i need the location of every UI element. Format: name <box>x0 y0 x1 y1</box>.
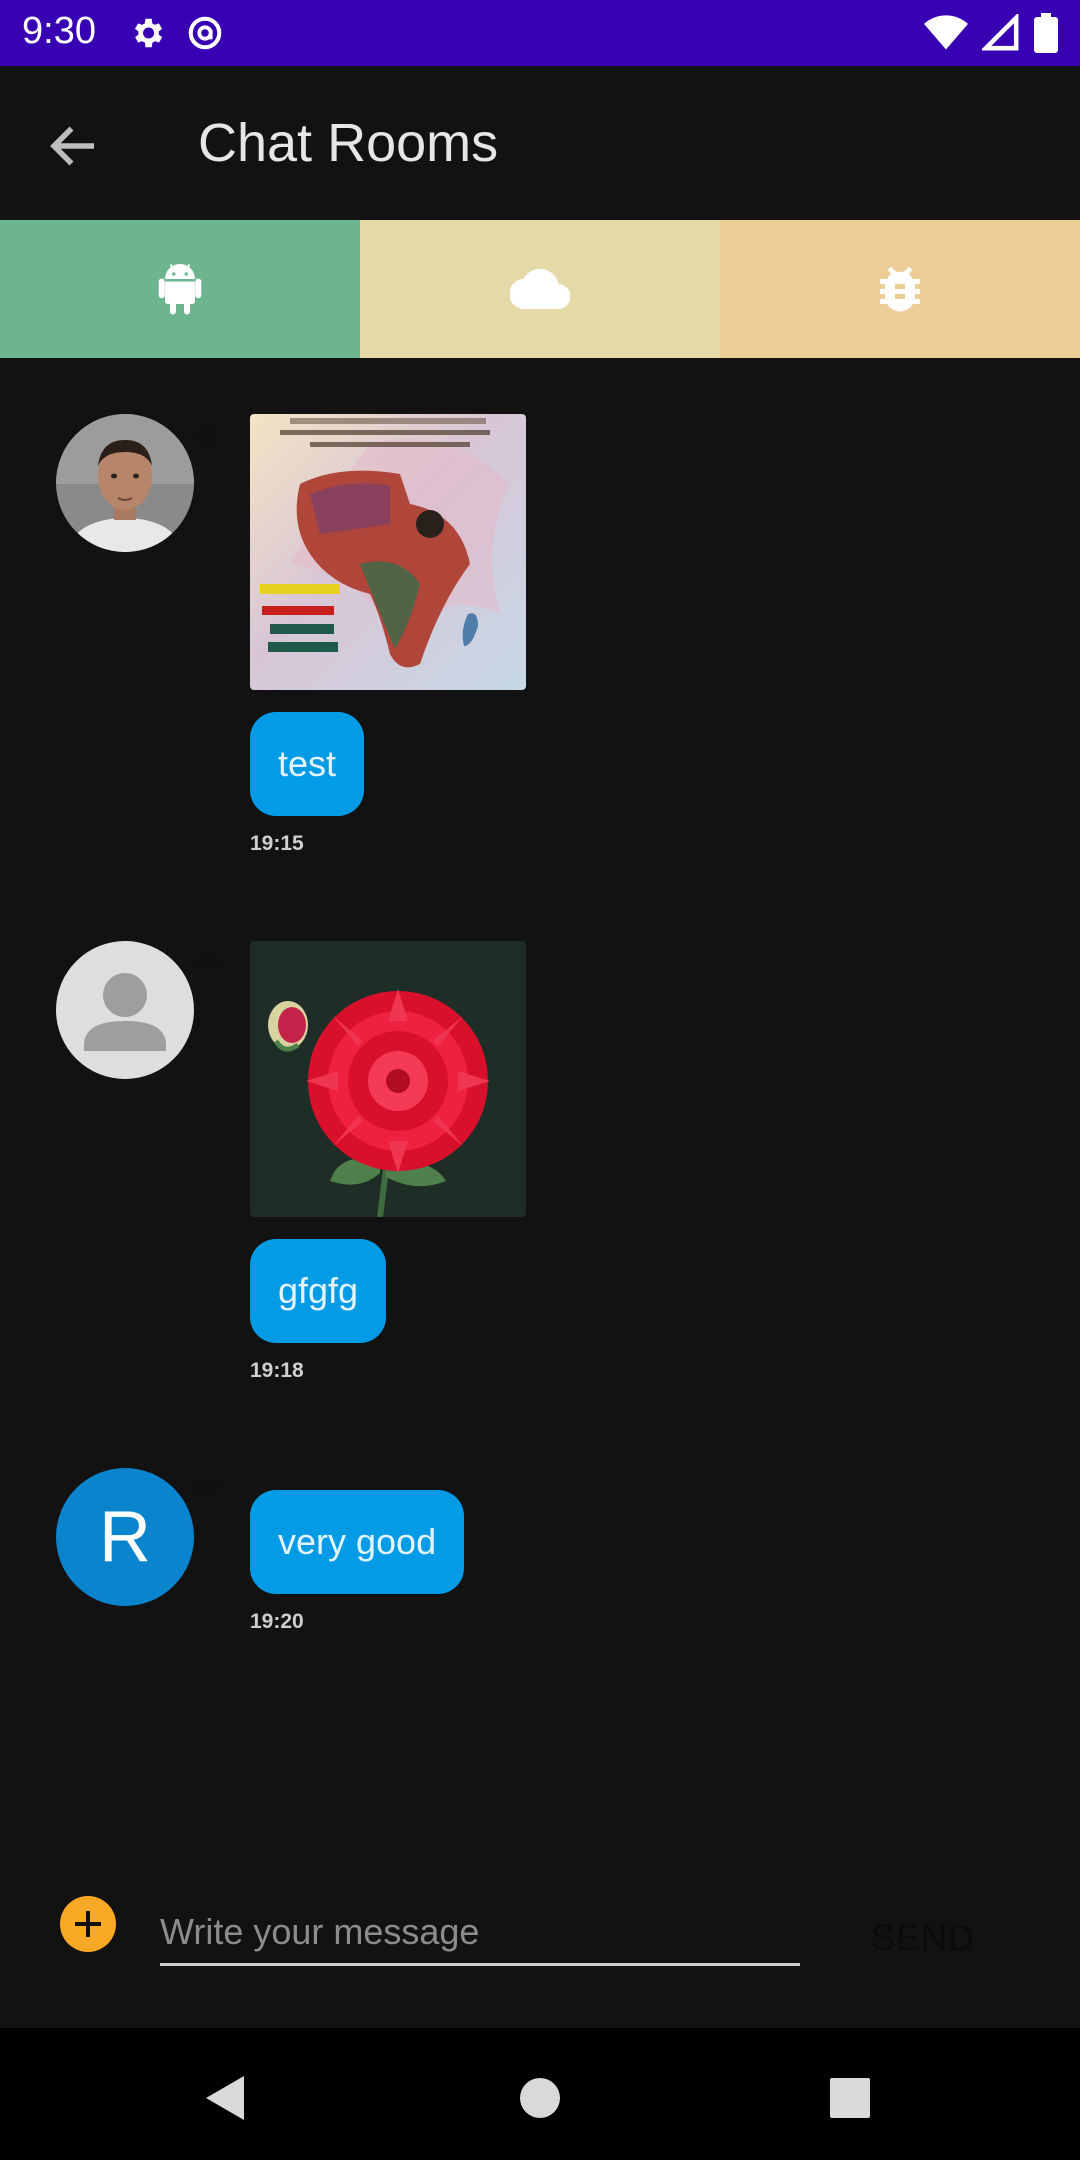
image-attachment[interactable] <box>250 414 526 690</box>
bug-icon <box>880 266 920 312</box>
wifi-icon <box>924 15 968 50</box>
avatar[interactable] <box>56 414 194 552</box>
send-button[interactable]: SEND <box>848 1910 998 1966</box>
add-attachment-button[interactable] <box>60 1896 116 1952</box>
message-composer: SEND <box>0 1870 1080 2028</box>
signal-icon <box>982 14 1019 51</box>
status-time: 9:30 <box>22 10 96 52</box>
graduation-cap-icon <box>194 1478 222 1500</box>
avatar[interactable]: R <box>56 1468 194 1606</box>
battery-icon <box>1034 13 1058 53</box>
arrow-back-icon[interactable] <box>44 116 104 176</box>
avatar[interactable] <box>56 941 194 1079</box>
image-attachment[interactable] <box>250 941 526 1217</box>
android-icon <box>158 263 202 315</box>
message-input[interactable] <box>160 1906 800 1966</box>
tab-bar <box>0 220 1080 358</box>
recents-nav-icon[interactable] <box>810 2058 890 2138</box>
message-time: 19:15 <box>250 832 304 855</box>
message-time: 19:20 <box>250 1610 304 1633</box>
message-bubble[interactable]: gfgfg <box>250 1239 387 1343</box>
back-nav-icon[interactable] <box>186 2058 266 2138</box>
page-title: Chat Rooms <box>198 113 499 173</box>
navigation-bar <box>0 2028 1080 2160</box>
poster-image <box>250 414 526 690</box>
flower-image <box>250 941 526 1217</box>
message-bubble[interactable]: test <box>250 712 365 816</box>
cloud-icon <box>510 268 570 310</box>
app-bar: Chat Rooms <box>0 66 1080 220</box>
tab-bug[interactable] <box>720 220 1080 358</box>
tab-cloud[interactable] <box>360 220 720 358</box>
status-bar: 9:30 <box>0 0 1080 66</box>
graduation-cap-icon <box>194 951 222 973</box>
gear-icon <box>134 18 163 48</box>
graduation-cap-icon <box>194 424 222 446</box>
home-nav-icon[interactable] <box>500 2058 580 2138</box>
user-photo <box>56 414 194 552</box>
message-time: 19:18 <box>250 1359 304 1382</box>
plus-icon <box>75 1911 101 1937</box>
avatar-letter: R <box>99 1497 151 1577</box>
tab-android[interactable] <box>0 220 360 358</box>
message-bubble[interactable]: very good <box>250 1490 465 1594</box>
status-right-icons <box>924 12 1058 54</box>
circle-a-icon <box>188 16 222 50</box>
person-placeholder-icon <box>84 973 166 1051</box>
